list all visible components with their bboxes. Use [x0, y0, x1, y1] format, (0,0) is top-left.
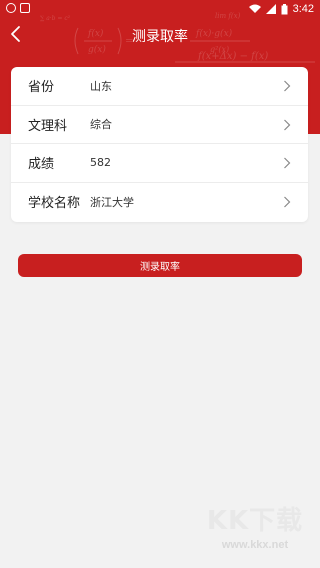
subject-type-label: 文理科: [28, 118, 68, 134]
province-value: 山东: [90, 79, 112, 93]
score-label: 成绩: [28, 157, 55, 173]
status-bar: 3:42: [0, 0, 320, 18]
school-name-label: 学校名称: [28, 196, 81, 212]
watermark-url: www.kkx.net: [221, 539, 289, 551]
school-name-value: 浙江大学: [90, 195, 134, 209]
chevron-right-icon: [284, 119, 291, 130]
svg-text:f(x)·g(x): f(x)·g(x): [195, 28, 233, 39]
subject-type-value: 综合: [90, 118, 112, 132]
svg-text:=: =: [125, 36, 133, 47]
svg-text:f(x): f(x): [87, 28, 104, 39]
row-school-name[interactable]: 学校名称 浙江大学: [11, 183, 308, 222]
signal-icon: [265, 4, 276, 14]
svg-text:f(x+Δx) − f(x): f(x+Δx) − f(x): [197, 51, 268, 62]
back-arrow-icon[interactable]: [6, 24, 26, 44]
submit-button[interactable]: 测录取率: [18, 254, 302, 277]
app-notification-icon: [20, 3, 30, 13]
chevron-right-icon: [284, 157, 291, 169]
clock-time: 3:42: [292, 3, 314, 15]
score-value: 582: [90, 156, 111, 170]
row-province[interactable]: 省份 山东: [11, 67, 308, 106]
row-subject-type[interactable]: 文理科 综合: [11, 106, 308, 144]
battery-icon: [281, 3, 288, 14]
row-score[interactable]: 成绩 582: [11, 144, 308, 183]
notification-icon: [6, 3, 16, 13]
watermark-logo: KK下载: [206, 506, 304, 536]
chevron-right-icon: [284, 80, 291, 92]
watermark: KK下载 www.kkx.net: [196, 500, 314, 562]
form-card: 省份 山东 文理科 综合 成绩 582 学校名称 浙江大学: [11, 67, 308, 222]
chevron-right-icon: [284, 196, 291, 207]
wifi-icon: [248, 4, 261, 13]
svg-text:g(x): g(x): [88, 44, 106, 55]
province-label: 省份: [28, 80, 55, 96]
